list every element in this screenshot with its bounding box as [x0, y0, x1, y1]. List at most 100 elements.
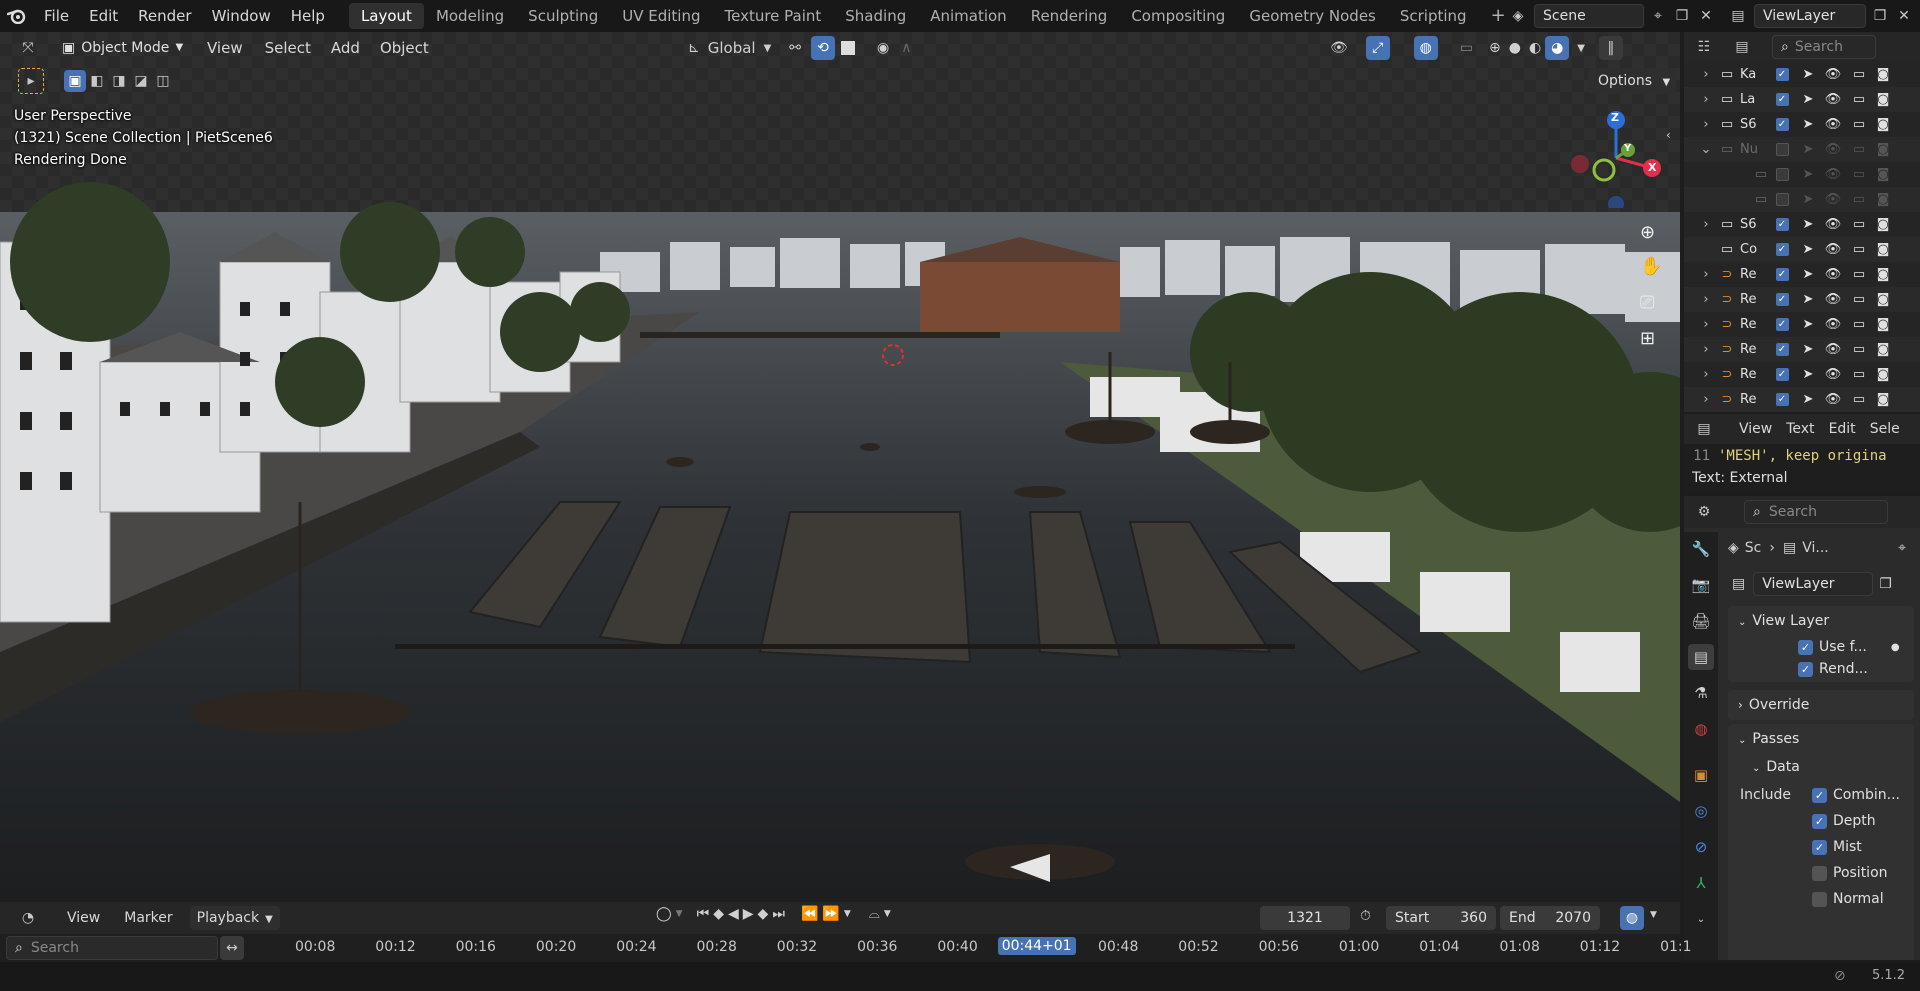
sync-icon[interactable]: ↔ [220, 936, 244, 960]
outliner-row[interactable]: › ⊃ Re ✓ ➤ 👁 ▭ ◙ [1684, 362, 1920, 387]
display-mode-icon[interactable]: ▤ [1730, 35, 1754, 59]
eye-icon[interactable]: 👁 [1824, 62, 1842, 87]
tab-rendering[interactable]: Rendering [1019, 3, 1120, 29]
exclude-checkbox[interactable]: ✓ [1774, 387, 1790, 412]
selectable-icon[interactable]: ➤ [1800, 287, 1816, 312]
proportional-edit-icon[interactable]: ◉ [877, 40, 889, 56]
exclude-checkbox[interactable]: ✓ [1774, 312, 1790, 337]
camera-render-icon[interactable]: ◙ [1874, 237, 1892, 262]
timeline-menu-view[interactable]: View [60, 906, 107, 930]
exclude-checkbox[interactable]: ✓ [1774, 212, 1790, 237]
camera-render-icon[interactable]: ◙ [1874, 87, 1892, 112]
camera-render-icon[interactable]: ◙ [1874, 362, 1892, 387]
blender-logo-icon[interactable] [0, 0, 34, 32]
pan-hand-icon[interactable]: ✋ [1640, 256, 1662, 277]
camera-render-icon[interactable]: ◙ [1874, 287, 1892, 312]
monitor-icon[interactable]: ▭ [1850, 137, 1868, 162]
text-menu-text[interactable]: Text [1779, 417, 1821, 441]
exclude-checkbox[interactable]: ✓ [1774, 62, 1790, 87]
outliner-row[interactable]: › ⊃ Re ✓ ➤ 👁 ▭ ◙ [1684, 287, 1920, 312]
output-tab-icon[interactable]: 🖨 [1688, 608, 1714, 634]
orientation-selector[interactable]: Global [708, 39, 756, 57]
tab-uv-editing[interactable]: UV Editing [610, 3, 712, 29]
monitor-icon[interactable]: ▭ [1850, 312, 1868, 337]
data-tab-icon[interactable]: ⅄ [1688, 870, 1714, 896]
pass-row[interactable]: ✓ Depth [1812, 810, 1876, 832]
monitor-icon[interactable]: ▭ [1850, 212, 1868, 237]
outliner-search-input[interactable]: ⌕ Search [1772, 35, 1876, 59]
chevron-down-icon[interactable]: ▼ [884, 909, 891, 919]
text-line[interactable]: 11 'MESH', keep origina [1684, 446, 1920, 466]
selectable-icon[interactable]: ➤ [1800, 237, 1816, 262]
checkbox[interactable]: ✓ [1798, 661, 1813, 677]
new-scene-icon[interactable]: ❐ [1670, 4, 1694, 28]
checkbox[interactable]: ✓ [1798, 639, 1813, 655]
outliner-row[interactable]: › ⊃ Re ✓ ➤ 👁 ▭ ◙ [1684, 387, 1920, 412]
expand-arrow-icon[interactable]: › [1700, 212, 1712, 237]
selectable-icon[interactable]: ➤ [1800, 387, 1816, 412]
outliner-editor-icon[interactable]: ☷ [1692, 35, 1716, 59]
outliner-row[interactable]: ▭ Co ✓ ➤ 👁 ▭ ◙ [1684, 237, 1920, 262]
delete-view-layer-icon[interactable]: ✕ [1892, 4, 1916, 28]
selectable-icon[interactable]: ➤ [1800, 312, 1816, 337]
select-extend-icon[interactable]: ◧ [86, 70, 108, 92]
text-menu-view[interactable]: View [1732, 417, 1779, 441]
tab-shading[interactable]: Shading [833, 3, 918, 29]
auto-keying-icon[interactable]: ⌓ [869, 906, 880, 922]
view-layer-panel-header[interactable]: ⌄ View Layer [1728, 606, 1914, 636]
options-button[interactable]: Options ▼ [1588, 68, 1676, 94]
expand-arrow-icon[interactable]: › [1700, 287, 1712, 312]
monitor-icon[interactable]: ▭ [1850, 162, 1868, 187]
expand-arrow-icon[interactable]: › [1700, 312, 1712, 337]
view-layer-selector[interactable]: ViewLayer [1754, 4, 1866, 28]
orientation-icon[interactable]: ⊾ [688, 40, 700, 56]
view-layer-icon[interactable]: ▤ [1726, 4, 1750, 28]
monitor-icon[interactable]: ▭ [1850, 187, 1868, 212]
exclude-checkbox[interactable]: ✓ [1774, 262, 1790, 287]
tab-layout[interactable]: Layout [348, 3, 424, 29]
solid-shading-icon[interactable]: ● [1509, 40, 1521, 56]
monitor-icon[interactable]: ▭ [1850, 387, 1868, 412]
expand-arrow-icon[interactable]: ⌄ [1700, 137, 1712, 162]
menu-object[interactable]: Object [373, 36, 436, 60]
eye-icon[interactable]: 👁 [1824, 337, 1842, 362]
scene-selector[interactable]: Scene [1534, 4, 1644, 28]
expand-arrow-icon[interactable]: › [1700, 112, 1712, 137]
pass-row[interactable]: Normal [1812, 888, 1884, 910]
camera-render-icon[interactable]: ◙ [1874, 62, 1892, 87]
render-single-layer-row[interactable]: ✓ Rend... [1798, 658, 1868, 680]
outliner-row[interactable]: › ▭ La ✓ ➤ 👁 ▭ ◙ [1684, 87, 1920, 112]
jump-end-icon[interactable]: ⏭ [772, 906, 785, 922]
use-for-rendering-row[interactable]: ✓ Use f... ● [1798, 636, 1900, 658]
pass-row[interactable]: ✓ Combin... [1812, 784, 1900, 806]
visibility-icon[interactable]: 👁 [1330, 40, 1348, 56]
editor-type-icon[interactable]: ⤧ [16, 36, 40, 60]
eye-icon[interactable]: 👁 [1824, 162, 1842, 187]
expand-arrow-icon[interactable]: › [1700, 62, 1712, 87]
eye-icon[interactable]: 👁 [1824, 387, 1842, 412]
expand-arrow-icon[interactable] [1734, 162, 1746, 187]
exclude-checkbox[interactable]: ✓ [1774, 112, 1790, 137]
camera-view-icon[interactable]: ⎚ [1640, 292, 1654, 313]
monitor-icon[interactable]: ▭ [1850, 62, 1868, 87]
scene-tab-icon[interactable]: ⚗ [1688, 680, 1714, 706]
prev-keyframe-icon[interactable]: ◆ [713, 906, 724, 922]
menu-file[interactable]: File [34, 0, 79, 32]
select-intersect-icon[interactable]: ◫ [152, 70, 174, 92]
expand-arrow-icon[interactable]: › [1700, 362, 1712, 387]
eye-icon[interactable]: 👁 [1824, 237, 1842, 262]
selectable-icon[interactable]: ➤ [1800, 262, 1816, 287]
zoom-icon[interactable]: ⊕ [1640, 222, 1655, 243]
exclude-checkbox[interactable] [1774, 162, 1790, 187]
play-icon[interactable]: ▶ [743, 906, 754, 922]
object-tab-icon[interactable]: ▣ [1688, 762, 1714, 788]
camera-render-icon[interactable]: ◙ [1874, 337, 1892, 362]
camera-render-icon[interactable]: ◙ [1874, 112, 1892, 137]
selectable-icon[interactable]: ➤ [1800, 62, 1816, 87]
select-invert-icon[interactable]: ◪ [130, 70, 152, 92]
monitor-icon[interactable]: ▭ [1850, 112, 1868, 137]
selectable-icon[interactable]: ➤ [1800, 137, 1816, 162]
checkbox[interactable] [1812, 891, 1827, 907]
monitor-icon[interactable]: ▭ [1850, 337, 1868, 362]
exclude-checkbox[interactable]: ✓ [1774, 362, 1790, 387]
